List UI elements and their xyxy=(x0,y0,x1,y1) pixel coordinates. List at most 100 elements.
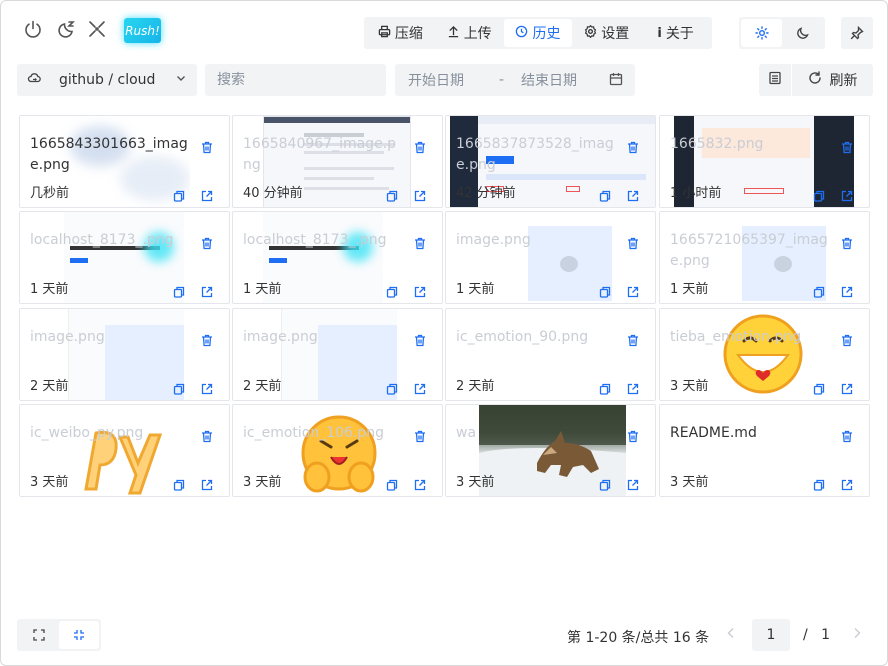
open-external-icon[interactable] xyxy=(626,478,640,492)
delete-icon[interactable] xyxy=(840,236,854,250)
copy-icon[interactable] xyxy=(598,285,612,299)
copy-icon[interactable] xyxy=(385,382,399,396)
tab-settings[interactable]: 设置 xyxy=(572,19,641,47)
copy-icon[interactable] xyxy=(172,478,186,492)
delete-icon[interactable] xyxy=(626,333,640,347)
copy-icon[interactable] xyxy=(385,478,399,492)
layout-switch xyxy=(17,619,101,651)
copy-icon[interactable] xyxy=(598,189,612,203)
delete-icon[interactable] xyxy=(413,140,427,154)
upload-icon xyxy=(447,25,460,42)
open-external-icon[interactable] xyxy=(413,382,427,396)
history-card[interactable]: image.png 2 天前 xyxy=(232,308,443,401)
history-card[interactable]: localhost_8173_.png 1 天前 xyxy=(232,211,443,304)
calendar-icon xyxy=(609,72,623,90)
file-name: image.png xyxy=(243,329,318,345)
open-external-icon[interactable] xyxy=(840,189,854,203)
open-external-icon[interactable] xyxy=(840,285,854,299)
open-external-icon[interactable] xyxy=(626,382,640,396)
copy-icon[interactable] xyxy=(812,478,826,492)
collapse-icon[interactable] xyxy=(59,621,99,649)
delete-icon[interactable] xyxy=(840,429,854,443)
open-external-icon[interactable] xyxy=(200,285,214,299)
open-external-icon[interactable] xyxy=(840,478,854,492)
open-external-icon[interactable] xyxy=(200,189,214,203)
tab-upload[interactable]: 上传 xyxy=(435,19,504,47)
history-card[interactable]: 1665837873528_image.png 42 分钟前 xyxy=(445,115,656,208)
copy-icon[interactable] xyxy=(598,382,612,396)
refresh-label: 刷新 xyxy=(829,73,858,89)
history-card[interactable]: 1665843301663_image.png 几秒前 xyxy=(19,115,230,208)
delete-icon[interactable] xyxy=(200,333,214,347)
history-card[interactable]: image.png 2 天前 xyxy=(19,308,230,401)
copy-icon[interactable] xyxy=(385,189,399,203)
delete-icon[interactable] xyxy=(200,236,214,250)
gear-icon xyxy=(584,24,597,42)
file-name: 1665832.png xyxy=(670,136,764,152)
open-external-icon[interactable] xyxy=(413,285,427,299)
open-external-icon[interactable] xyxy=(626,285,640,299)
power-icon[interactable] xyxy=(22,18,44,40)
delete-icon[interactable] xyxy=(413,429,427,443)
history-card[interactable]: README.md 3 天前 xyxy=(659,404,870,497)
copy-icon[interactable] xyxy=(812,382,826,396)
copy-icon[interactable] xyxy=(812,189,826,203)
delete-icon[interactable] xyxy=(200,429,214,443)
history-card[interactable]: image.png 1 天前 xyxy=(445,211,656,304)
repo-select[interactable]: github / cloud xyxy=(17,64,197,96)
history-card[interactable]: 1665832.png 1 小时前 xyxy=(659,115,870,208)
copy-icon[interactable] xyxy=(172,285,186,299)
delete-icon[interactable] xyxy=(626,140,640,154)
tab-compress[interactable]: 压缩 xyxy=(366,19,435,47)
sleep-icon[interactable] xyxy=(56,18,78,40)
delete-icon[interactable] xyxy=(626,429,640,443)
list-view-icon xyxy=(768,71,782,89)
open-external-icon[interactable] xyxy=(413,478,427,492)
open-external-icon[interactable] xyxy=(413,189,427,203)
copy-icon[interactable] xyxy=(385,285,399,299)
date-range-picker[interactable]: 开始日期 - 结束日期 xyxy=(395,64,635,96)
shrink-icon[interactable] xyxy=(86,18,108,40)
tab-about[interactable]: i 关于 xyxy=(641,19,710,47)
date-end[interactable]: 结束日期 xyxy=(521,70,577,90)
view-mode-button[interactable] xyxy=(759,64,791,96)
thumbnail xyxy=(64,212,184,303)
delete-icon[interactable] xyxy=(840,140,854,154)
open-external-icon[interactable] xyxy=(840,382,854,396)
history-card[interactable]: ic_weibo_py.png 3 天前 xyxy=(19,404,230,497)
history-card[interactable]: tieba_emotion.png 3 天前 xyxy=(659,308,870,401)
file-name: image.png xyxy=(30,329,105,345)
delete-icon[interactable] xyxy=(413,236,427,250)
pin-icon[interactable] xyxy=(841,17,873,49)
tab-history[interactable]: 历史 xyxy=(503,19,573,47)
delete-icon[interactable] xyxy=(840,333,854,347)
copy-icon[interactable] xyxy=(172,189,186,203)
history-card[interactable]: ic_emotion_106.png 3 天前 xyxy=(232,404,443,497)
sun-icon[interactable] xyxy=(741,19,782,47)
cloud-icon xyxy=(27,71,41,89)
top-bar: Rush! 压缩 上传 历史 设置 i 关于 xyxy=(1,1,887,63)
open-external-icon[interactable] xyxy=(200,382,214,396)
file-name: localhost_8173_.png xyxy=(243,232,387,248)
chevron-right-icon[interactable] xyxy=(852,627,862,643)
history-card[interactable]: localhost_8173_.png 1 天前 xyxy=(19,211,230,304)
copy-icon[interactable] xyxy=(598,478,612,492)
history-card[interactable]: wa 3 天前 xyxy=(445,404,656,497)
delete-icon[interactable] xyxy=(626,236,640,250)
moon-icon[interactable] xyxy=(782,19,823,47)
chevron-left-icon[interactable] xyxy=(726,627,736,643)
history-card[interactable]: 1665840967_image.png 40 分钟前 xyxy=(232,115,443,208)
open-external-icon[interactable] xyxy=(626,189,640,203)
refresh-button[interactable]: 刷新 xyxy=(792,64,873,96)
date-start[interactable]: 开始日期 xyxy=(408,70,464,90)
expand-icon[interactable] xyxy=(19,621,59,649)
copy-icon[interactable] xyxy=(172,382,186,396)
open-external-icon[interactable] xyxy=(200,478,214,492)
copy-icon[interactable] xyxy=(812,285,826,299)
history-card[interactable]: 1665721065397_image.png 1 天前 xyxy=(659,211,870,304)
delete-icon[interactable] xyxy=(413,333,427,347)
history-card[interactable]: ic_emotion_90.png 2 天前 xyxy=(445,308,656,401)
search-input[interactable] xyxy=(205,64,386,96)
delete-icon[interactable] xyxy=(200,140,214,154)
page-input[interactable]: 1 xyxy=(752,619,790,651)
